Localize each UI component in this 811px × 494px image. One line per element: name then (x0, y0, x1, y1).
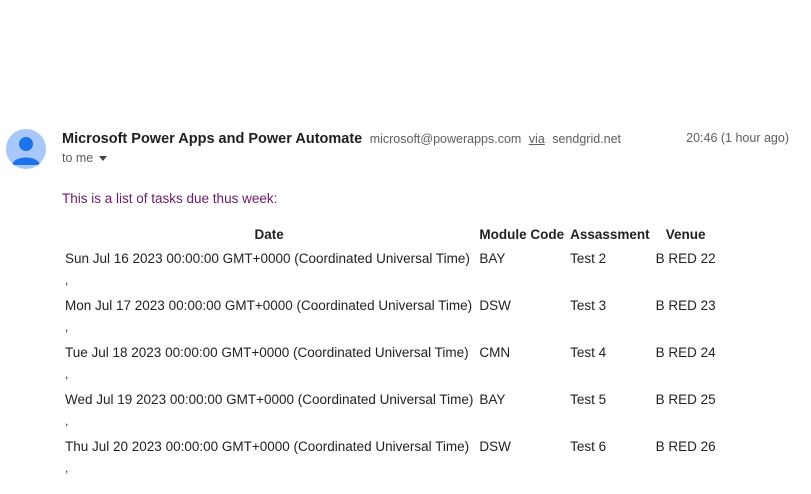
module-cell: BAY (479, 251, 506, 266)
venue-cell: B RED 26 (655, 439, 716, 454)
email-timestamp[interactable]: 20:46 (1 hour ago) (686, 131, 789, 145)
assessment-cell: Test 3 (570, 298, 607, 313)
module-cell: CMN (479, 345, 511, 360)
header-module-code: Module Code (479, 227, 565, 242)
header-date: Date (254, 227, 284, 242)
sender-email: microsoft@powerapps.com (369, 132, 522, 146)
row-separator: , (65, 367, 69, 381)
table-row: Wed Jul 19 2023 00:00:00 GMT+0000 (Coord… (62, 385, 719, 432)
date-cell: Sun Jul 16 2023 00:00:00 GMT+0000 (Coord… (62, 244, 476, 291)
header-assessment: Assassment (570, 227, 650, 242)
header-venue: Venue (665, 227, 706, 242)
row-separator: , (65, 273, 69, 287)
person-icon (6, 129, 46, 169)
table-row: Sun Jul 16 2023 00:00:00 GMT+0000 (Coord… (62, 244, 719, 291)
row-separator: , (65, 320, 69, 334)
venue-cell: B RED 23 (655, 298, 716, 313)
table-row: Thu Jul 20 2023 00:00:00 GMT+0000 (Coord… (62, 432, 719, 479)
via-domain: sendgrid.net (552, 132, 622, 146)
date-cell: Tue Jul 18 2023 00:00:00 GMT+0000 (Coord… (62, 338, 476, 385)
recipient-details-toggle[interactable]: to me (62, 151, 108, 165)
date-cell: Mon Jul 17 2023 00:00:00 GMT+0000 (Coord… (62, 291, 476, 338)
table-row: Mon Jul 17 2023 00:00:00 GMT+0000 (Coord… (62, 291, 719, 338)
assessment-cell: Test 2 (570, 251, 607, 266)
chevron-down-icon (99, 156, 108, 161)
recipient-label: to me (62, 151, 94, 165)
date-text: Wed Jul 19 2023 00:00:00 GMT+0000 (Coord… (65, 392, 474, 407)
venue-cell: B RED 22 (655, 251, 716, 266)
module-cell: DSW (479, 298, 511, 313)
venue-cell: B RED 24 (655, 345, 716, 360)
date-text: Sun Jul 16 2023 00:00:00 GMT+0000 (Coord… (65, 251, 470, 266)
sender-name[interactable]: Microsoft Power Apps and Power Automate (62, 131, 362, 147)
table-header-row: Date Module Code Assassment Venue (62, 225, 719, 244)
date-cell: Wed Jul 19 2023 00:00:00 GMT+0000 (Coord… (62, 385, 476, 432)
table-row: Tue Jul 18 2023 00:00:00 GMT+0000 (Coord… (62, 338, 719, 385)
date-text: Mon Jul 17 2023 00:00:00 GMT+0000 (Coord… (65, 298, 473, 313)
venue-cell: B RED 25 (655, 392, 716, 407)
via-link[interactable]: via (529, 132, 545, 146)
assessment-cell: Test 5 (570, 392, 607, 407)
date-cell: Thu Jul 20 2023 00:00:00 GMT+0000 (Coord… (62, 432, 476, 479)
row-separator: , (65, 461, 69, 475)
assessment-cell: Test 6 (570, 439, 607, 454)
tasks-table: Date Module Code Assassment Venue Sun Ju… (62, 225, 719, 479)
assessment-cell: Test 4 (570, 345, 607, 360)
sender-line: Microsoft Power Apps and Power Automate … (62, 130, 621, 148)
row-separator: , (65, 414, 69, 428)
module-cell: DSW (479, 439, 511, 454)
email-intro-text: This is a list of tasks due thus week: (62, 191, 278, 206)
sender-avatar[interactable] (6, 129, 46, 169)
date-text: Thu Jul 20 2023 00:00:00 GMT+0000 (Coord… (65, 439, 470, 454)
date-text: Tue Jul 18 2023 00:00:00 GMT+0000 (Coord… (65, 345, 469, 360)
module-cell: BAY (479, 392, 506, 407)
email-view: Microsoft Power Apps and Power Automate … (0, 0, 811, 494)
